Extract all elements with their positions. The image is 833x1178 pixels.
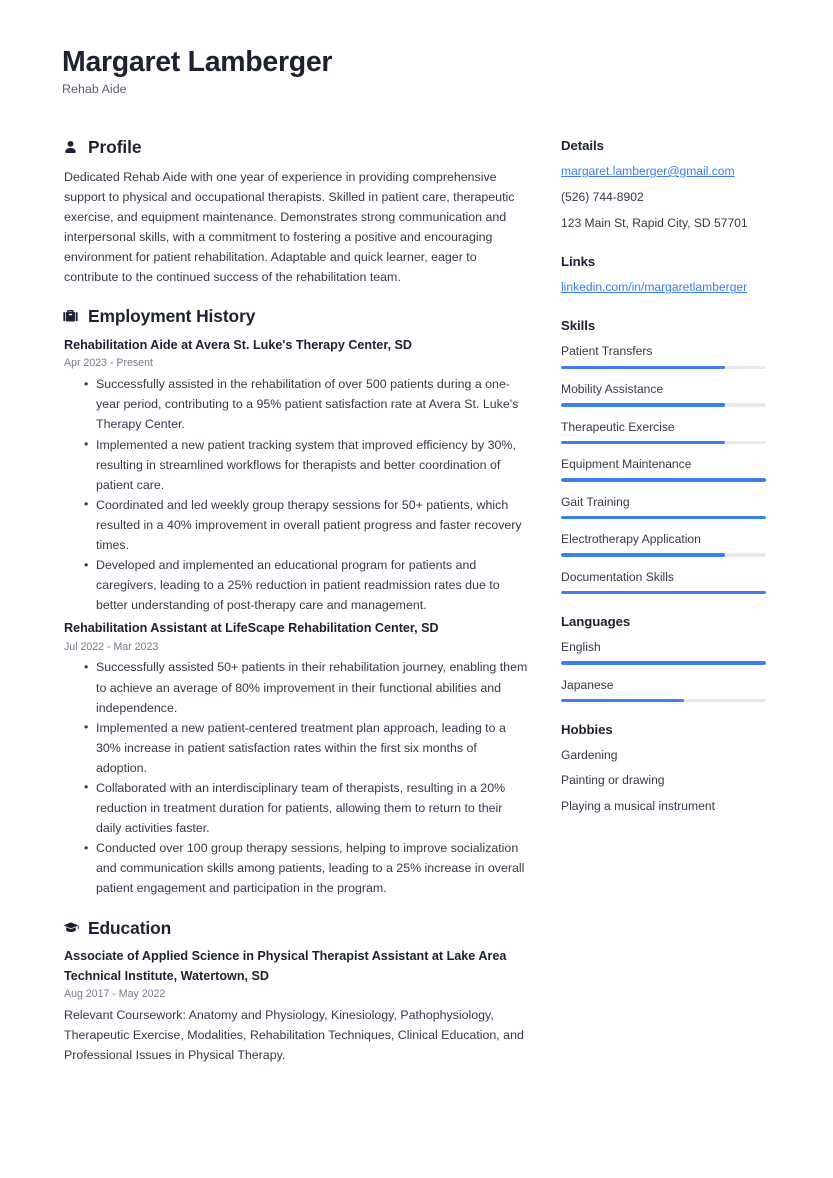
section-employment: Employment History Rehabilitation Aide a… xyxy=(62,306,528,898)
section-education-title: Education xyxy=(88,917,172,938)
skill-item: Therapeutic Exercise xyxy=(561,418,766,445)
sidebar-hobbies: Hobbies Gardening Painting or drawing Pl… xyxy=(561,722,766,814)
employment-entry: Rehabilitation Aide at Avera St. Luke's … xyxy=(62,336,528,615)
sidebar-languages-title: Languages xyxy=(561,614,631,630)
language-meter-fill xyxy=(561,661,766,665)
skill-meter-track xyxy=(561,515,766,520)
bullet-item: Implemented a new patient tracking syste… xyxy=(84,434,528,495)
graduation-cap-icon xyxy=(62,919,79,936)
bullet-item: Conducted over 100 group therapy session… xyxy=(84,838,528,898)
sidebar-links: Links linkedin.com/in/margaretlamberger xyxy=(561,254,766,296)
bullet-item: Coordinated and led weekly group therapy… xyxy=(84,494,528,555)
sidebar-skills: Skills Patient Transfers Mobility Assist… xyxy=(561,318,766,595)
skill-meter-track xyxy=(561,403,766,407)
skill-label: Electrotherapy Application xyxy=(561,532,701,547)
profile-text: Dedicated Rehab Aide with one year of ex… xyxy=(64,169,515,285)
resume-header: Margaret Lamberger Rehab Aide xyxy=(62,46,788,96)
skill-meter-fill xyxy=(561,440,725,445)
bullet-item: Successfully assisted in the rehabilitat… xyxy=(84,374,528,434)
skill-meter-track xyxy=(561,590,766,595)
skill-item: Documentation Skills xyxy=(561,568,766,595)
skill-label: Mobility Assistance xyxy=(561,382,664,396)
education-entry-title: Associate of Applied Science in Physical… xyxy=(64,949,507,983)
sidebar-links-title: Links xyxy=(561,254,596,270)
sidebar-details-title: Details xyxy=(561,137,604,153)
skill-meter-track xyxy=(561,478,766,482)
section-profile: Profile Dedicated Rehab Aide with one ye… xyxy=(62,137,528,287)
employment-entry: Rehabilitation Assistant at LifeScape Re… xyxy=(62,619,528,898)
sidebar-hobbies-title: Hobbies xyxy=(561,722,613,738)
skill-item: Gait Training xyxy=(561,493,766,520)
linkedin-link[interactable]: linkedin.com/in/margaretlamberger xyxy=(561,278,766,296)
section-profile-header: Profile xyxy=(62,137,528,158)
language-meter-track xyxy=(561,661,766,665)
skill-meter-track xyxy=(561,553,766,557)
employment-entry-title: Rehabilitation Aide at Avera St. Luke's … xyxy=(64,338,413,353)
sidebar-skills-title: Skills xyxy=(561,318,596,334)
skill-label: Equipment Maintenance xyxy=(561,457,692,472)
skill-item: Electrotherapy Application xyxy=(561,530,766,557)
bullet-item: Collaborated with an interdisciplinary t… xyxy=(84,777,528,838)
language-item: English xyxy=(561,638,766,665)
candidate-job-title: Rehab Aide xyxy=(62,81,127,96)
hobby-item: Playing a musical instrument xyxy=(561,798,715,813)
education-entry-description: Relevant Coursework: Anatomy and Physiol… xyxy=(64,1007,524,1062)
section-employment-title: Employment History xyxy=(88,306,256,327)
skill-meter-track xyxy=(561,440,766,445)
skill-item: Equipment Maintenance xyxy=(561,455,766,482)
skill-meter-track xyxy=(561,365,766,369)
phone-text: (526) 744-8902 xyxy=(561,190,644,205)
language-label: Japanese xyxy=(561,677,614,692)
skill-meter-fill xyxy=(561,590,766,595)
section-education-header: Education xyxy=(62,918,528,939)
skill-meter-fill xyxy=(561,553,725,557)
employment-entry-bullets: Successfully assisted 50+ patients in th… xyxy=(62,657,528,898)
employment-entry-title: Rehabilitation Assistant at LifeScape Re… xyxy=(64,621,439,636)
sidebar-languages: Languages English Japanese xyxy=(561,614,766,703)
skill-label: Therapeutic Exercise xyxy=(561,419,675,434)
skill-item: Mobility Assistance xyxy=(561,380,766,407)
employment-entry-date: Jul 2022 - Mar 2023 xyxy=(64,640,159,653)
language-label: English xyxy=(561,640,601,655)
skill-label: Documentation Skills xyxy=(561,569,674,584)
address-text: 123 Main St, Rapid City, SD 57701 xyxy=(561,216,748,231)
skill-label: Gait Training xyxy=(561,494,630,509)
skill-meter-fill xyxy=(561,365,725,369)
user-icon xyxy=(62,139,79,156)
sidebar-details: Details margaret.lamberger@gmail.com (52… xyxy=(561,138,766,232)
bullet-item: Implemented a new patient-centered treat… xyxy=(84,717,528,778)
candidate-name: Margaret Lamberger xyxy=(62,46,333,78)
skill-item: Patient Transfers xyxy=(561,342,766,369)
skill-meter-fill xyxy=(561,403,725,407)
bullet-item: Successfully assisted 50+ patients in th… xyxy=(84,657,528,717)
skill-meter-fill xyxy=(561,515,766,520)
education-entry-date: Aug 2017 - May 2022 xyxy=(64,987,166,1000)
bullet-item: Developed and implemented an educational… xyxy=(84,555,528,615)
education-entry: Associate of Applied Science in Physical… xyxy=(62,947,528,1064)
employment-entry-date: Apr 2023 - Present xyxy=(64,357,153,370)
language-item: Japanese xyxy=(561,676,766,703)
section-profile-title: Profile xyxy=(88,136,142,157)
hobby-item: Gardening xyxy=(561,748,618,763)
main-column: Profile Dedicated Rehab Aide with one ye… xyxy=(62,137,528,1084)
briefcase-icon xyxy=(62,308,79,325)
sidebar-column: Details margaret.lamberger@gmail.com (52… xyxy=(561,137,766,837)
language-meter-fill xyxy=(561,698,684,703)
skill-meter-fill xyxy=(561,478,766,482)
language-meter-track xyxy=(561,698,766,703)
hobby-item: Painting or drawing xyxy=(561,773,665,788)
resume-body: Profile Dedicated Rehab Aide with one ye… xyxy=(62,137,788,1084)
section-education: Education Associate of Applied Science i… xyxy=(62,918,528,1065)
resume-page: Margaret Lamberger Rehab Aide Profile De… xyxy=(0,0,833,1178)
skill-label: Patient Transfers xyxy=(561,344,653,359)
employment-entry-bullets: Successfully assisted in the rehabilitat… xyxy=(62,374,528,615)
section-employment-header: Employment History xyxy=(62,306,528,327)
email-link[interactable]: margaret.lamberger@gmail.com xyxy=(561,162,766,180)
